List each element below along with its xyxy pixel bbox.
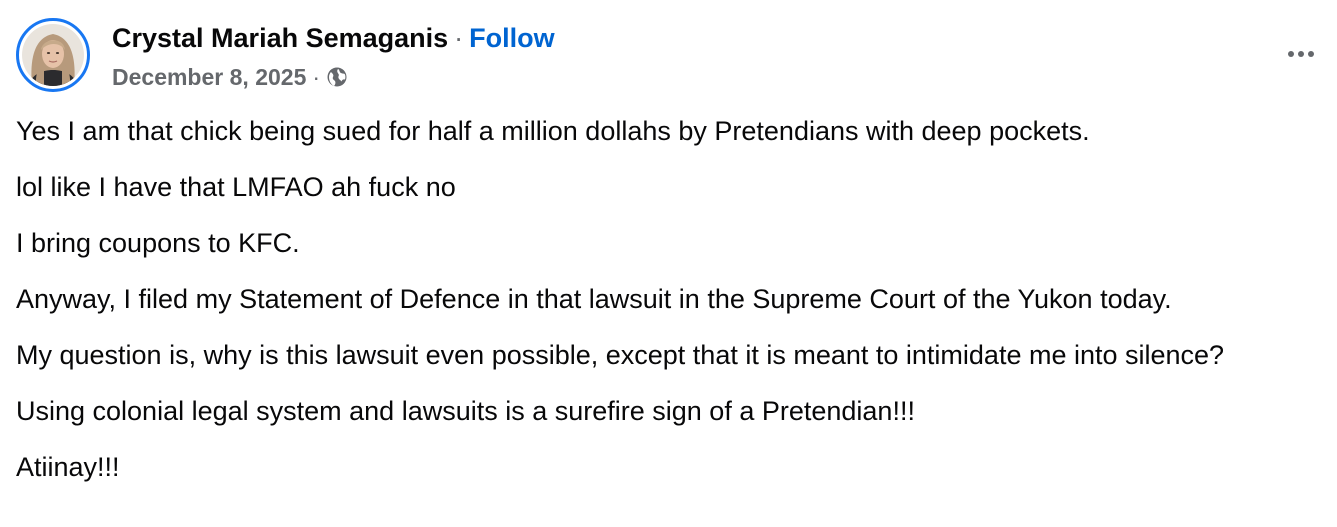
author-name[interactable]: Crystal Mariah Semaganis (112, 23, 448, 53)
author-line: Crystal Mariah Semaganis · Follow (112, 20, 555, 56)
post-paragraph: Using colonial legal system and lawsuits… (16, 396, 915, 426)
more-horizontal-icon (1288, 51, 1294, 57)
post-date[interactable]: December 8, 2025 (112, 61, 306, 93)
name-separator: · (454, 23, 464, 53)
post-body: Yes I am that chick being sued for half … (16, 112, 1316, 504)
post-header: Crystal Mariah Semaganis · Follow December… (16, 16, 1321, 98)
post-paragraph: Anyway, I filed my Statement of Defence … (16, 284, 1172, 314)
more-dot (1308, 51, 1314, 57)
profile-photo (22, 24, 84, 86)
post-paragraph: lol like I have that LMFAO ah fuck no (16, 172, 456, 202)
avatar[interactable] (16, 18, 90, 92)
globe-icon[interactable] (326, 66, 348, 88)
post-paragraph: I bring coupons to KFC. (16, 228, 300, 258)
post-paragraph: Yes I am that chick being sued for half … (16, 116, 1090, 146)
more-dot (1298, 51, 1304, 57)
post-meta: December 8, 2025 · (112, 61, 348, 93)
follow-button[interactable]: Follow (469, 23, 554, 53)
post-paragraph: Atiinay!!! (16, 452, 120, 482)
meta-separator: · (312, 64, 321, 90)
more-options-button[interactable] (1281, 40, 1321, 68)
post-paragraph: My question is, why is this lawsuit even… (16, 340, 1225, 370)
